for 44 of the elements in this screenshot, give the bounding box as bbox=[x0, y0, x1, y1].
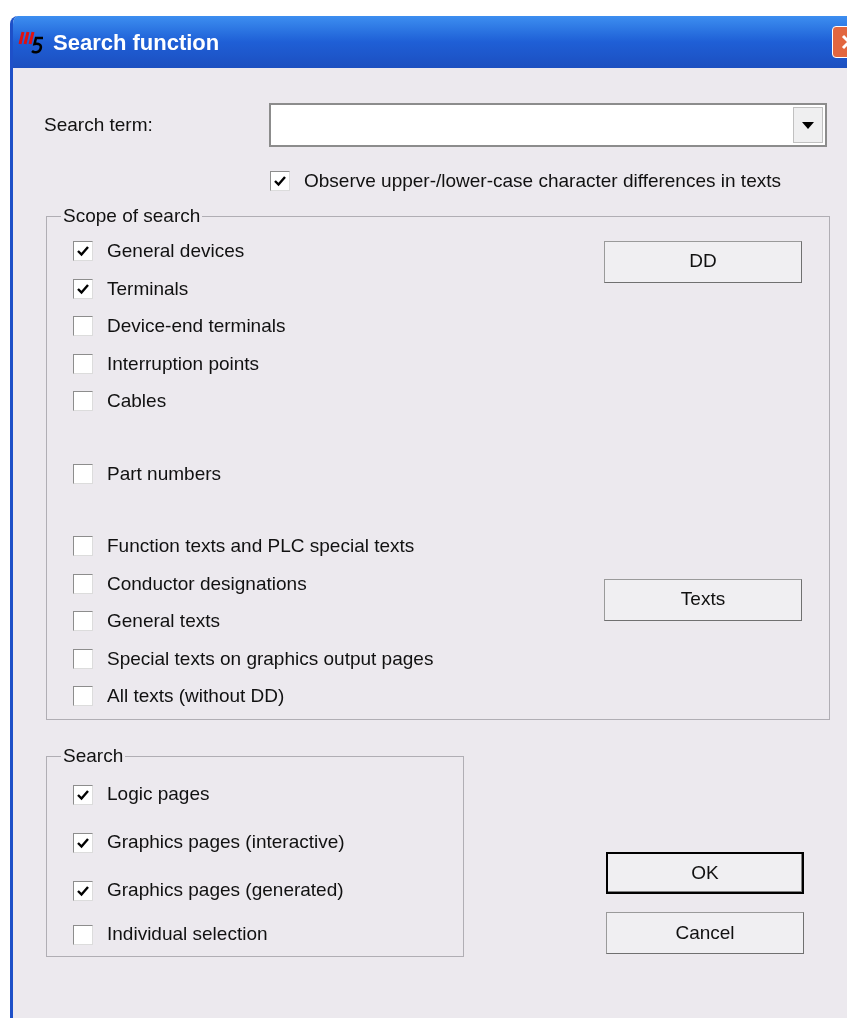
checkbox[interactable] bbox=[73, 880, 93, 901]
dialog-button[interactable]: OK bbox=[606, 852, 804, 894]
window-title: Search function bbox=[53, 28, 220, 57]
checkbox-label: Function texts and PLC special texts bbox=[107, 534, 415, 558]
checkbox-label: Observe upper-/lower-case character differences in texts bbox=[304, 168, 781, 193]
checkbox[interactable] bbox=[73, 278, 93, 299]
checkbox[interactable] bbox=[73, 241, 93, 262]
checkbox[interactable] bbox=[73, 316, 93, 337]
checkbox[interactable] bbox=[270, 171, 290, 191]
checkbox-label: Terminals bbox=[107, 276, 189, 301]
checkbox[interactable] bbox=[73, 536, 93, 557]
checkbox-label: Graphics pages (generated) bbox=[107, 878, 344, 903]
dialog-button[interactable]: Texts bbox=[604, 578, 802, 621]
group-title: Search bbox=[62, 744, 125, 768]
checkmark-icon bbox=[273, 174, 287, 188]
checkbox-label: General texts bbox=[107, 609, 220, 633]
checkbox-label: General devices bbox=[107, 239, 245, 263]
checkbox-label: Interruption points bbox=[107, 351, 260, 376]
dialog-button[interactable]: DD bbox=[604, 240, 802, 283]
checkbox[interactable] bbox=[73, 686, 93, 707]
search-term-label: Search term: bbox=[44, 112, 154, 137]
checkbox[interactable] bbox=[73, 573, 93, 594]
checkbox-label: Part numbers bbox=[107, 461, 222, 486]
checkbox[interactable] bbox=[73, 832, 93, 853]
checkbox-label: All texts (without DD) bbox=[107, 684, 285, 708]
dropdown-button[interactable] bbox=[793, 107, 823, 143]
checkbox[interactable] bbox=[73, 611, 93, 632]
dialog-button[interactable]: Cancel bbox=[606, 912, 804, 954]
checkbox-label: Cables bbox=[107, 389, 167, 413]
checkbox-label: Graphics pages (interactive) bbox=[107, 830, 345, 855]
checkbox-label: Logic pages bbox=[107, 782, 210, 807]
group-title: Scope of search bbox=[62, 204, 202, 228]
checkbox-label: Individual selection bbox=[107, 922, 268, 947]
checkbox[interactable] bbox=[73, 784, 93, 805]
checkbox-label: Device-end terminals bbox=[107, 314, 286, 338]
checkbox[interactable] bbox=[73, 648, 93, 669]
dropdown-arrow-icon bbox=[802, 121, 814, 129]
checkbox[interactable] bbox=[73, 924, 93, 945]
checkbox[interactable] bbox=[73, 463, 93, 484]
checkbox[interactable] bbox=[73, 353, 93, 374]
checkmark-icon bbox=[76, 244, 90, 259]
checkbox[interactable] bbox=[73, 391, 93, 412]
checkbox-label: Special texts on graphics output pages bbox=[107, 646, 434, 671]
checkbox-label: Conductor designations bbox=[107, 571, 307, 596]
